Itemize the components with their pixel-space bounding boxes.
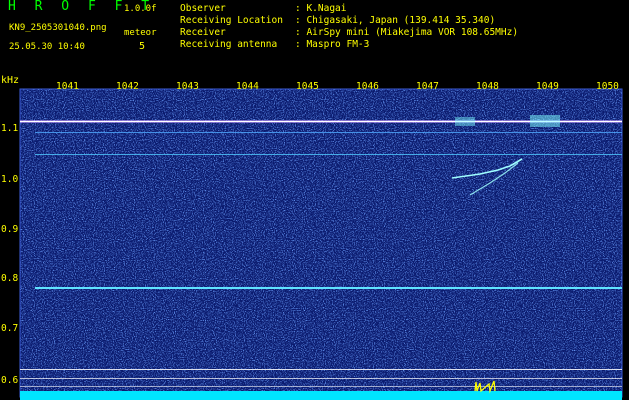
image-filename: KN9_2505301040.png <box>9 23 107 33</box>
mode-value: 5 <box>139 41 146 52</box>
x-tick-label: 1042 <box>116 81 139 92</box>
spur-line <box>35 132 622 133</box>
spur-line <box>35 154 622 155</box>
antenna-label: Receiving antenna <box>180 39 278 50</box>
spur-line <box>20 378 622 379</box>
y-tick-label: 1.0 <box>1 174 18 185</box>
x-tick-label: 1044 <box>236 81 259 92</box>
y-tick-label: 0.9 <box>1 224 18 235</box>
baseline-fill <box>20 391 622 400</box>
x-tick-label: 1049 <box>536 81 559 92</box>
observer-label: Observer <box>180 3 226 14</box>
location-label: Receiving Location <box>180 15 283 26</box>
x-tick-label: 1048 <box>476 81 499 92</box>
receiver-label: Receiver <box>180 27 226 38</box>
capture-datetime: 25.05.30 10:40 <box>9 42 85 52</box>
location-value: : Chigasaki, Japan (139.414 35.340) <box>295 15 496 26</box>
carrier-glow <box>530 115 560 127</box>
spectrogram-noise <box>20 89 622 397</box>
y-tick-label: 1.1 <box>1 123 18 134</box>
x-tick-label: 1043 <box>176 81 199 92</box>
app-version: 1.0.0f <box>124 4 157 14</box>
y-tick-label: 0.7 <box>1 323 18 334</box>
spur-line <box>20 369 622 370</box>
x-tick-label: 1041 <box>56 81 79 92</box>
carrier-glow <box>455 117 475 126</box>
y-tick-label: 0.6 <box>1 375 18 386</box>
spur-line <box>35 287 622 289</box>
spur-line <box>20 386 622 387</box>
spectrogram: kHz 1041 1042 1043 1044 1045 1046 1047 1… <box>1 75 623 400</box>
x-tick-label: 1047 <box>416 81 439 92</box>
x-tick-label: 1046 <box>356 81 379 92</box>
y-axis-unit: kHz <box>1 75 19 86</box>
x-tick-label: 1045 <box>296 81 319 92</box>
observer-value: : K.Nagai <box>295 3 347 14</box>
y-axis: 1.1 1.0 0.9 0.8 0.7 0.6 <box>1 123 18 386</box>
mode-label: meteor <box>124 28 157 38</box>
receiver-value: : AirSpy mini (Miakejima VOR 108.65MHz) <box>295 27 519 38</box>
x-tick-label: 1050 <box>596 81 619 92</box>
y-tick-label: 0.8 <box>1 273 18 284</box>
antenna-value: : Maspro FM-3 <box>295 39 370 50</box>
